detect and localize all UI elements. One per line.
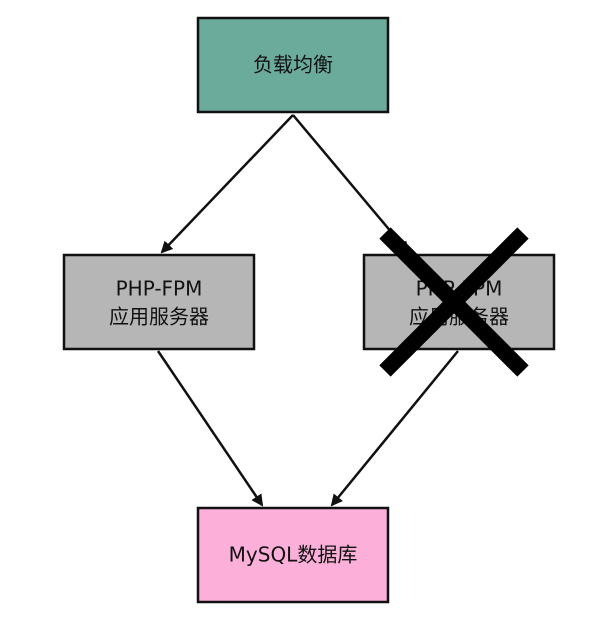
- app-server-left-line1: PHP-FPM: [116, 277, 203, 301]
- arrow-lb-to-left-server: [160, 114, 294, 254]
- app-server-left-node: PHP-FPM 应用服务器: [62, 253, 256, 351]
- database-label: MySQL数据库: [229, 543, 358, 567]
- arrow-right-server-to-db: [330, 350, 459, 507]
- app-server-left-line2: 应用服务器: [109, 305, 209, 329]
- arrow-left-server-to-db: [156, 350, 264, 507]
- database-node: MySQL数据库: [196, 506, 390, 604]
- app-server-left-box: [62, 253, 256, 351]
- load-balancer-label: 负载均衡: [253, 53, 333, 77]
- architecture-diagram: 负载均衡 PHP-FPM 应用服务器 PHP-FPM 应用服务器 MySQL数据…: [62, 16, 556, 604]
- load-balancer-node: 负载均衡: [196, 16, 390, 114]
